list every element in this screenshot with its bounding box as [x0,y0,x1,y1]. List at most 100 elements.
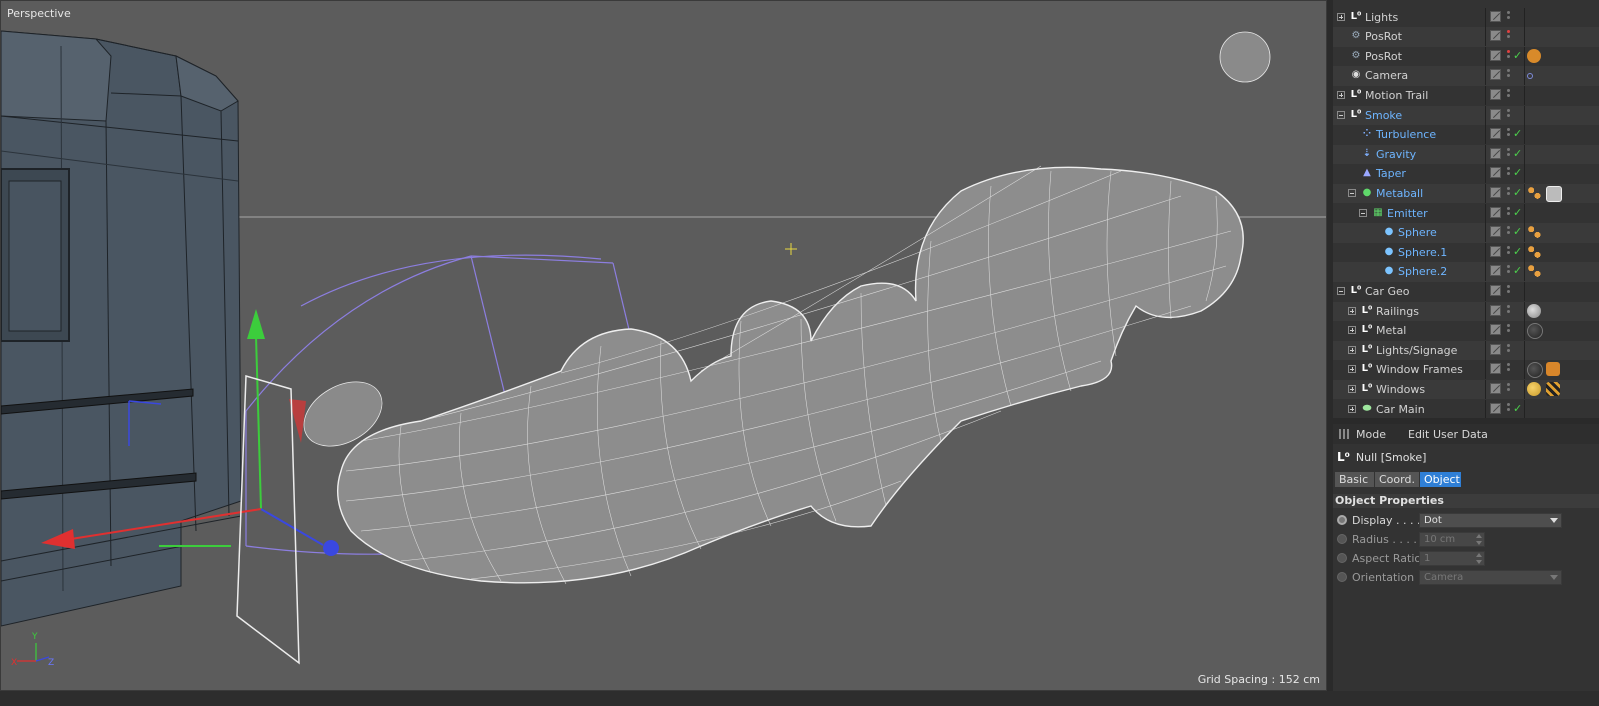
material-dots-icon[interactable] [1527,225,1541,240]
om-item-label[interactable]: Car Geo [1365,285,1409,298]
visibility-dots-icon[interactable] [1507,206,1511,220]
layer-toggle-icon[interactable] [1490,324,1501,336]
sphere-tag-icon[interactable] [1546,185,1562,202]
layer-toggle-icon[interactable] [1490,284,1501,296]
expand-icon[interactable] [1337,12,1345,21]
visibility-dots-icon[interactable] [1507,108,1511,122]
om-item-label[interactable]: PosRot [1365,50,1402,63]
radius-animate-radio[interactable] [1337,534,1347,544]
om-item-label[interactable]: PosRot [1365,30,1402,43]
display-animate-radio[interactable] [1337,515,1347,525]
collapse-icon[interactable] [1348,188,1356,197]
om-item-taper[interactable]: ▲ Taper ✓ [1333,164,1599,184]
om-item-label[interactable]: Metal [1376,324,1406,337]
layer-toggle-icon[interactable] [1490,69,1501,81]
collapse-icon[interactable] [1337,286,1345,295]
om-item-label[interactable]: Railings [1376,305,1419,318]
orientation-animate-radio[interactable] [1337,572,1347,582]
om-item-sphere-2[interactable]: ● Sphere.2 ✓ [1333,262,1599,282]
om-item-label[interactable]: Turbulence [1376,128,1436,141]
om-item-window-frames[interactable]: L⁰ Window Frames [1333,360,1599,380]
om-item-label[interactable]: Taper [1376,167,1406,180]
display-dropdown[interactable]: Dot [1419,513,1562,528]
enabled-check-icon[interactable]: ✓ [1513,127,1522,140]
enabled-check-icon[interactable]: ✓ [1513,225,1522,238]
visibility-dots-icon[interactable] [1507,167,1511,180]
menu-edit[interactable]: Edit [1408,428,1429,441]
object-manager[interactable]: L⁰ Lights ⚙ PosRot ⚙ PosRot ✓ ◉ Camera L⁰ Motion T… [1333,0,1599,418]
om-item-gravity[interactable]: ⇣ Gravity ✓ [1333,144,1599,165]
visibility-dots-icon[interactable] [1507,186,1511,200]
material-dark-icon[interactable] [1527,323,1543,340]
clapper-icon[interactable] [1546,381,1560,396]
layer-toggle-icon[interactable] [1490,343,1501,355]
menu-mode[interactable]: Mode [1356,428,1386,441]
layer-toggle-icon[interactable] [1490,186,1501,198]
layer-toggle-icon[interactable] [1490,128,1501,140]
om-item-label[interactable]: Car Main [1376,403,1425,416]
om-item-label[interactable]: Camera [1365,69,1408,82]
visibility-dots-icon[interactable] [1507,128,1511,141]
expand-icon[interactable] [1348,345,1356,354]
om-item-label[interactable]: Lights [1365,11,1398,24]
viewport-title[interactable]: Perspective [7,7,71,20]
visibility-dots-icon[interactable] [1507,382,1511,396]
om-item-label[interactable]: Sphere.1 [1398,246,1447,259]
material-dots-icon[interactable] [1527,264,1541,279]
visibility-dots-icon[interactable] [1507,69,1511,82]
visibility-dots-icon[interactable] [1507,402,1511,416]
visibility-dots-icon[interactable] [1507,147,1511,161]
expand-icon[interactable] [1348,404,1356,413]
layer-toggle-icon[interactable] [1490,304,1501,316]
layer-toggle-icon[interactable] [1490,265,1501,277]
expand-icon[interactable] [1337,90,1345,99]
visibility-dots-icon[interactable] [1507,10,1511,24]
om-item-smoke[interactable]: L⁰ Smoke [1333,105,1599,125]
tab-coord[interactable]: Coord. [1375,472,1419,487]
material-dots-icon[interactable] [1527,244,1541,259]
om-item-lights-signage[interactable]: L⁰ Lights/Signage [1333,340,1599,361]
om-item-label[interactable]: Smoke [1365,109,1402,122]
orientation-dropdown[interactable]: Camera [1419,570,1562,585]
enabled-check-icon[interactable]: ✓ [1513,49,1522,62]
om-item-sphere-1[interactable]: ● Sphere.1 ✓ [1333,242,1599,263]
om-item-label[interactable]: Gravity [1376,148,1416,161]
enabled-check-icon[interactable]: ✓ [1513,402,1522,415]
layer-toggle-icon[interactable] [1490,147,1501,159]
layer-toggle-icon[interactable] [1490,206,1501,218]
layer-toggle-icon[interactable] [1490,402,1501,414]
layer-toggle-icon[interactable] [1490,108,1501,120]
material-yellow-icon[interactable] [1527,381,1541,396]
om-item-lights[interactable]: L⁰ Lights [1333,7,1599,28]
om-item-turbulence[interactable]: ⁘ Turbulence ✓ [1333,125,1599,145]
collapse-icon[interactable] [1359,208,1367,217]
stop-tag-icon[interactable] [1527,48,1541,63]
radius-field[interactable]: 10 cm [1419,532,1485,547]
tab-object[interactable]: Object [1420,472,1461,487]
layer-toggle-icon[interactable] [1490,88,1501,100]
om-item-windows[interactable]: L⁰ Windows [1333,379,1599,400]
collapse-icon[interactable] [1337,110,1345,119]
visibility-dots-icon[interactable] [1507,304,1511,318]
enabled-check-icon[interactable]: ✓ [1513,166,1522,179]
layer-toggle-icon[interactable] [1490,30,1501,42]
om-item-metaball[interactable]: ● Metaball ✓ [1333,183,1599,204]
enabled-check-icon[interactable]: ✓ [1513,264,1522,277]
enabled-check-icon[interactable]: ✓ [1513,245,1522,258]
visibility-dots-icon[interactable] [1507,363,1511,376]
layer-toggle-icon[interactable] [1490,167,1501,179]
om-item-car-geo[interactable]: L⁰ Car Geo [1333,281,1599,302]
perspective-viewport[interactable]: Y X Z Perspective Grid Spacing : 152 cm [0,0,1327,691]
layer-toggle-icon[interactable] [1490,382,1501,394]
visibility-dots-icon[interactable] [1507,88,1511,102]
om-item-label[interactable]: Window Frames [1376,363,1463,376]
material-dark-icon[interactable] [1527,362,1543,379]
layer-toggle-icon[interactable] [1490,226,1501,238]
om-item-emitter[interactable]: ▦ Emitter ✓ [1333,203,1599,224]
spinner-icon[interactable] [1476,553,1482,564]
om-item-sphere[interactable]: ● Sphere ✓ [1333,223,1599,243]
expand-icon[interactable] [1348,384,1356,393]
layer-toggle-icon[interactable] [1490,10,1501,22]
om-item-label[interactable]: Sphere.2 [1398,265,1447,278]
visibility-dots-icon[interactable] [1507,245,1511,259]
